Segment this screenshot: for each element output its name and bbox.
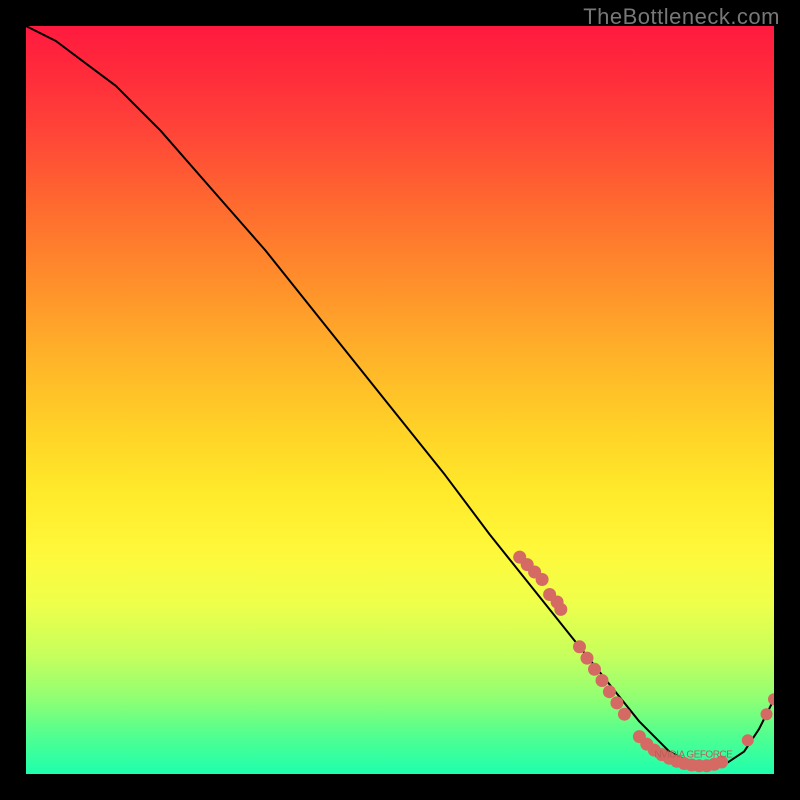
data-point [610, 696, 623, 709]
valley-label: NVIDIA GEFORCE [654, 750, 733, 761]
data-point [618, 708, 631, 721]
bottleneck-curve [26, 26, 774, 767]
watermark-text: TheBottleneck.com [583, 4, 780, 30]
data-point [761, 708, 773, 720]
data-point [554, 603, 567, 616]
data-point [768, 693, 774, 705]
chart-frame: TheBottleneck.com NVIDIA GEFORCE [0, 0, 800, 800]
data-point [596, 674, 609, 687]
data-point [603, 685, 616, 698]
data-point [573, 640, 586, 653]
data-point [742, 734, 754, 746]
chart-svg: NVIDIA GEFORCE [26, 26, 774, 774]
data-point [581, 652, 594, 665]
data-point [536, 573, 549, 586]
plot-area: NVIDIA GEFORCE [26, 26, 774, 774]
data-point [588, 663, 601, 676]
